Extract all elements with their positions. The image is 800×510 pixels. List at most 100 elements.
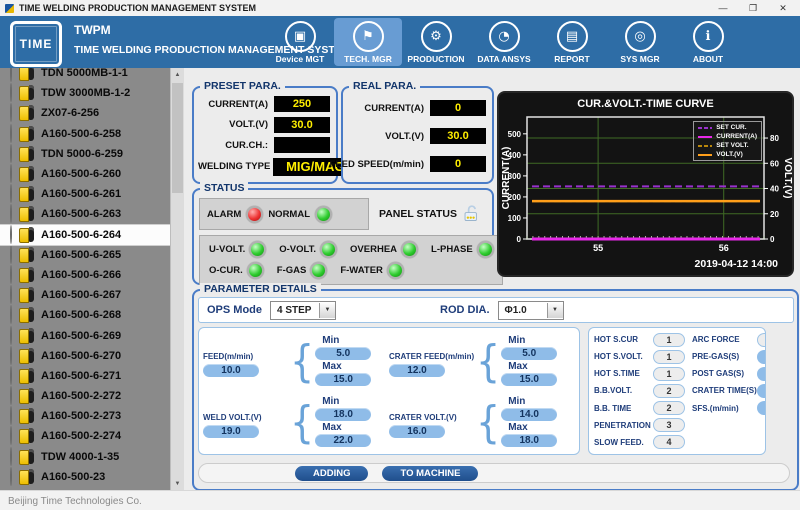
adding-button[interactable]: ADDING — [295, 466, 368, 481]
device-list-item[interactable]: A160-500-2-273 — [0, 406, 171, 426]
minimize-button[interactable]: — — [708, 0, 738, 16]
device-list-item[interactable]: A160-500-6-264 — [0, 225, 171, 245]
svg-text:56: 56 — [719, 243, 729, 253]
device-list-item[interactable]: A160-500-2-272 — [0, 386, 171, 406]
device-list-item[interactable]: TDN 5000-6-259 — [0, 144, 171, 164]
device-status-led — [10, 204, 12, 223]
unlock-icon[interactable] — [462, 204, 481, 223]
param-label: WELD VOLT.(V) — [203, 413, 289, 422]
svg-text:55: 55 — [593, 243, 603, 253]
device-status-led — [10, 305, 12, 324]
device-label: A160-500-2-272 — [41, 390, 121, 402]
nav-tab[interactable]: ℹ ABOUT — [674, 18, 742, 66]
param-value-field[interactable]: 3 — [653, 418, 685, 432]
min-label: Min — [508, 335, 557, 346]
welder-machine-icon — [19, 267, 34, 283]
device-status-led — [10, 164, 12, 183]
nav-tab[interactable]: ◎ SYS MGR — [606, 18, 674, 66]
device-list-item[interactable]: A160-500-6-260 — [0, 164, 171, 184]
to-machine-button[interactable]: TO MACHINE — [382, 466, 478, 481]
param-value-field[interactable]: 5 — [757, 333, 766, 347]
ops-mode-select[interactable]: 4 STEP ▼ — [270, 301, 336, 320]
app-abbr: TWPM — [74, 23, 111, 37]
param-value-field[interactable]: 1.5 — [757, 384, 766, 398]
device-list-item[interactable]: TDW 3000MB-1-2 — [0, 83, 171, 103]
close-button[interactable]: ✕ — [768, 0, 798, 16]
chevron-down-icon[interactable]: ▼ — [319, 303, 335, 318]
device-status-led — [10, 406, 12, 425]
time-logo-icon: TIME — [10, 21, 62, 67]
advanced-param-row: B.B.VOLT. 2 CRATER TIME(S) 1.5 — [594, 383, 760, 398]
device-list-item[interactable]: A160-500-6-269 — [0, 325, 171, 345]
svg-text:40: 40 — [770, 185, 779, 194]
scroll-up-icon[interactable]: ▲ — [171, 68, 184, 81]
device-list-item[interactable]: A160-500-6-265 — [0, 245, 171, 265]
ops-mode-row: OPS Mode 4 STEP ▼ ROD DIA. Φ1.0 ▼ — [198, 297, 794, 323]
device-list: TDN 5000MB-1-1 TDW 3000MB-1-2 ZX07-6-256 — [0, 68, 171, 487]
min-value-field[interactable]: 5.0 — [315, 347, 371, 360]
param-value-field[interactable]: 1.0 — [757, 350, 766, 364]
device-status-led — [10, 326, 12, 345]
device-list-item[interactable]: A160-500-23 — [0, 467, 171, 487]
param-value-field[interactable]: 4 — [653, 435, 685, 449]
device-list-item[interactable]: TDW 4000-1-35 — [0, 447, 171, 467]
nav-tab[interactable]: ▤ REPORT — [538, 18, 606, 66]
max-value-field[interactable]: 15.0 — [501, 373, 557, 386]
nav-tab[interactable]: ◔ DATA ANSYS — [470, 18, 538, 66]
param-value-field[interactable]: 16.0 — [389, 425, 445, 438]
device-list-item[interactable]: A160-500-6-261 — [0, 184, 171, 204]
rod-dia-select[interactable]: Φ1.0 ▼ — [498, 301, 564, 320]
min-value-field[interactable]: 5.0 — [501, 347, 557, 360]
device-list-item[interactable]: A160-500-6-267 — [0, 285, 171, 305]
param-value-field[interactable]: 1 — [653, 333, 685, 347]
device-list-item[interactable]: A160-500-6-270 — [0, 346, 171, 366]
welder-machine-icon — [19, 469, 34, 485]
device-list-item[interactable]: A160-500-6-258 — [0, 124, 171, 144]
max-value-field[interactable]: 22.0 — [315, 434, 371, 447]
max-label: Max — [508, 361, 557, 372]
param-value-field[interactable]: 1.2 — [757, 367, 766, 381]
status-panel: STATUS ALARM NORMAL PANEL STATUS U-VOL — [192, 188, 494, 285]
param-value-field[interactable]: 1 — [653, 350, 685, 364]
max-value-field[interactable]: 18.0 — [501, 434, 557, 447]
scroll-down-icon[interactable]: ▼ — [171, 477, 184, 490]
fault-indicator: OVERHEA — [350, 241, 418, 258]
device-list-item[interactable]: A160-500-6-268 — [0, 305, 171, 325]
device-list-item[interactable]: A160-500-6-271 — [0, 366, 171, 386]
min-value-field[interactable]: 18.0 — [315, 408, 371, 421]
sidebar-scrollbar[interactable]: ▲ ▼ — [170, 68, 184, 490]
device-list-item[interactable]: A160-500-6-263 — [0, 204, 171, 224]
device-list-item[interactable]: A160-500-2-274 — [0, 426, 171, 446]
preset-para-panel: PRESET PARA. CURRENT(A) 250 VOLT.(V) 30.… — [192, 86, 338, 184]
param-value-field[interactable]: 1 — [653, 367, 685, 381]
nav-tab[interactable]: ▣ Device MGT — [266, 18, 334, 66]
device-list-item[interactable]: TDN 5000MB-1-1 — [0, 68, 171, 83]
svg-text:0: 0 — [770, 235, 775, 244]
welder-machine-icon — [19, 68, 34, 81]
legend-entry: SET CUR. — [698, 124, 757, 131]
chevron-down-icon[interactable]: ▼ — [547, 303, 563, 318]
device-list-item[interactable]: A160-500-6-266 — [0, 265, 171, 285]
alarm-label: ALARM — [207, 209, 241, 220]
max-value-field[interactable]: 15.0 — [315, 373, 371, 386]
welder-machine-icon — [19, 428, 34, 444]
param-value-field[interactable]: 2 — [653, 401, 685, 415]
device-status-led — [10, 447, 12, 466]
nav-tab[interactable]: ⚙ PRODUCTION — [402, 18, 470, 66]
real-field: CURRENT(A) 0 — [347, 100, 486, 116]
min-value-field[interactable]: 14.0 — [501, 408, 557, 421]
param-value-field[interactable]: 19.0 — [203, 425, 259, 438]
device-status-led — [10, 124, 12, 143]
device-label: TDW 3000MB-1-2 — [41, 87, 130, 99]
actions-strip: ADDING TO MACHINE — [198, 463, 790, 483]
scrollbar-thumb[interactable] — [172, 83, 183, 193]
param-value-field[interactable]: 12.0 — [389, 364, 445, 377]
param-value-field[interactable]: 2 — [653, 384, 685, 398]
welder-machine-icon — [19, 287, 34, 303]
param-label: B.B. TIME — [594, 404, 650, 413]
maximize-button[interactable]: ❐ — [738, 0, 768, 16]
param-value-field[interactable]: 10.0 — [203, 364, 259, 377]
param-value-field[interactable] — [757, 401, 766, 415]
device-list-item[interactable]: ZX07-6-256 — [0, 103, 171, 123]
nav-tab[interactable]: ⚑ TECH. MGR — [334, 18, 402, 66]
